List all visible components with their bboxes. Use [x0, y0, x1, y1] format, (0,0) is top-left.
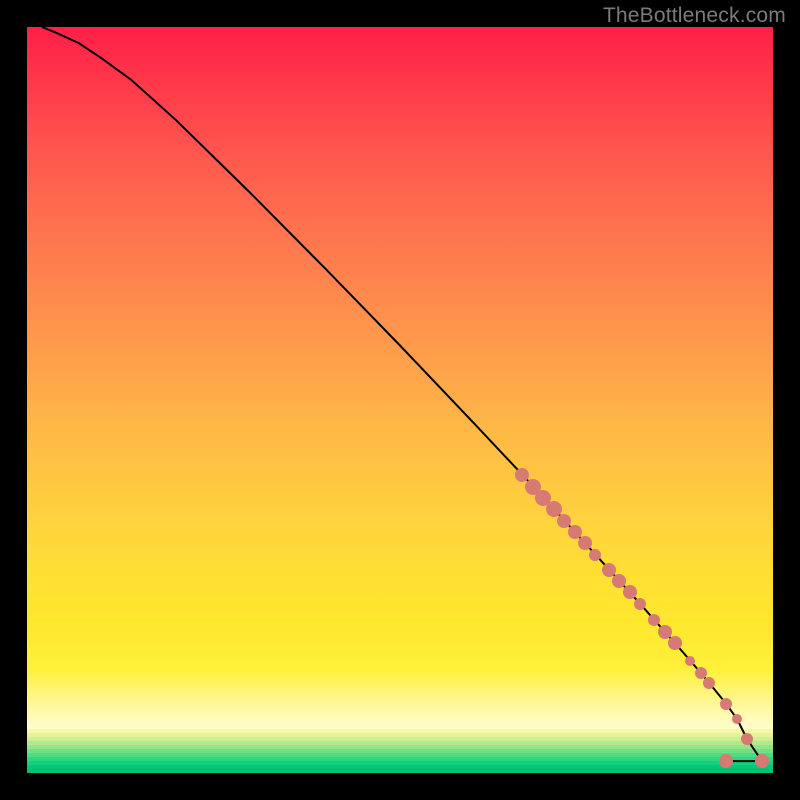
curve-point [623, 585, 637, 599]
tail-point [755, 754, 769, 768]
chart-stage: TheBottleneck.com [0, 0, 800, 800]
curve-point [720, 698, 732, 710]
bottleneck-curve [42, 27, 762, 761]
tail-point [719, 754, 733, 768]
watermark-text: TheBottleneck.com [603, 4, 786, 28]
curve-point [589, 549, 601, 561]
curve-layer [27, 27, 773, 773]
curve-point [578, 536, 592, 550]
curve-point [741, 733, 753, 745]
curve-point [732, 714, 742, 724]
curve-point [695, 667, 707, 679]
curve-point [648, 614, 660, 626]
plot-area [27, 27, 773, 773]
curve-point [685, 656, 695, 666]
curve-point [634, 598, 646, 610]
curve-point [668, 636, 682, 650]
curve-point [703, 677, 715, 689]
